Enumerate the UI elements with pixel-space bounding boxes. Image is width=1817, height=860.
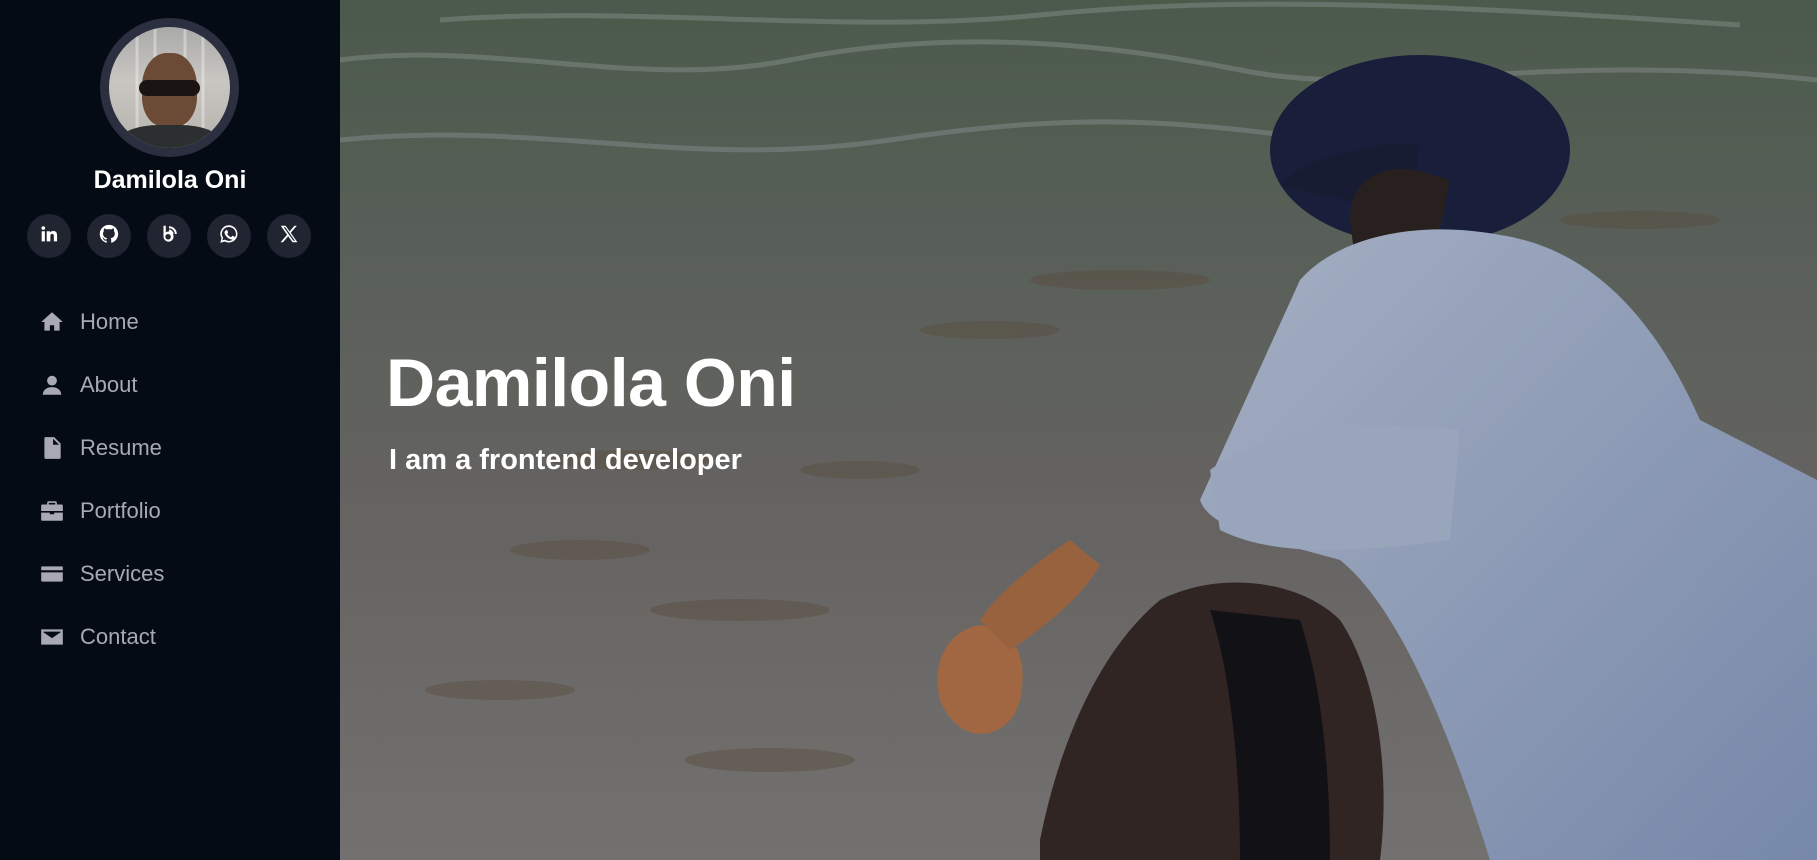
nav-item-label: About: [80, 372, 138, 397]
nav-item-label: Resume: [80, 435, 162, 460]
blog-link[interactable]: [147, 214, 191, 258]
profile-photo: [109, 27, 230, 148]
blog-icon: [158, 223, 180, 250]
file-icon: [38, 434, 66, 462]
x-link[interactable]: [267, 214, 311, 258]
avatar: [100, 18, 239, 157]
card-icon: [38, 560, 66, 588]
github-link[interactable]: [87, 214, 131, 258]
whatsapp-link[interactable]: [207, 214, 251, 258]
nav-item-contact[interactable]: Contact: [38, 617, 298, 657]
profile-name: Damilola Oni: [93, 166, 247, 194]
envelope-icon: [38, 623, 66, 651]
nav-item-portfolio[interactable]: Portfolio: [38, 491, 298, 531]
nav-item-label: Contact: [80, 624, 156, 649]
linkedin-link[interactable]: [27, 214, 71, 258]
whatsapp-icon: [218, 223, 240, 250]
nav-item-home[interactable]: Home: [38, 302, 298, 342]
sidebar: Damilola Oni Home About Resume Portfolio…: [0, 0, 340, 860]
nav-item-label: Portfolio: [80, 498, 161, 523]
user-icon: [38, 371, 66, 399]
nav-item-label: Home: [80, 309, 139, 334]
nav-item-services[interactable]: Services: [38, 554, 298, 594]
hero-section: Damilola Oni I am a frontend developer: [340, 0, 1817, 860]
nav-item-about[interactable]: About: [38, 365, 298, 405]
home-icon: [38, 308, 66, 336]
github-icon: [98, 223, 120, 250]
nav-item-label: Services: [80, 561, 165, 586]
briefcase-icon: [38, 497, 66, 525]
hero-subtitle: I am a frontend developer: [389, 444, 742, 476]
linkedin-icon: [38, 223, 60, 250]
nav-item-resume[interactable]: Resume: [38, 428, 298, 468]
x-icon: [278, 223, 300, 250]
hero-background-image: [340, 0, 1817, 860]
hero-title: Damilola Oni: [386, 345, 796, 421]
